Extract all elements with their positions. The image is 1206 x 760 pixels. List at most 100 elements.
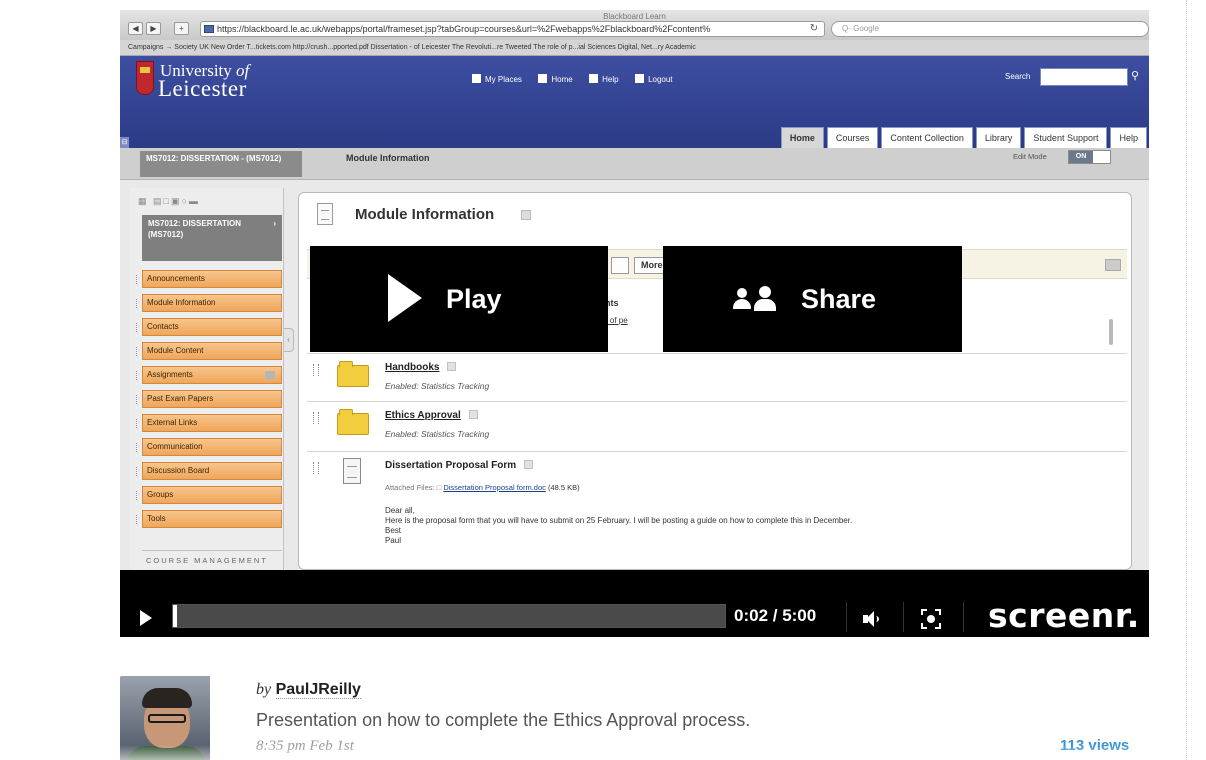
tab-help: Help bbox=[1110, 127, 1147, 148]
play-overlay-button[interactable]: Play bbox=[310, 246, 608, 352]
menu-item-module-information: Module Information bbox=[136, 294, 282, 312]
tab-student-support: Student Support bbox=[1024, 127, 1108, 148]
volume-icon[interactable] bbox=[863, 611, 883, 627]
content-item-handbooks: Handbooks Enabled: Statistics Tracking bbox=[307, 353, 1127, 401]
right-divider bbox=[1186, 0, 1187, 760]
help-link: Help bbox=[589, 74, 619, 86]
video-description: Presentation on how to complete the Ethi… bbox=[256, 710, 751, 730]
description-line: Best bbox=[385, 526, 402, 535]
browser-search-field: Q- Google bbox=[831, 21, 1149, 37]
item-title: Dissertation Proposal Form bbox=[385, 460, 534, 471]
drag-handle-icon bbox=[313, 364, 319, 376]
my-places-label: My Places bbox=[485, 75, 522, 84]
content-item-proposal-form: Dissertation Proposal Form Attached File… bbox=[307, 451, 1127, 569]
browser-toolbar: Blackboard Learn ◀ ▶ + https://blackboar… bbox=[120, 10, 1149, 40]
tab-home: Home bbox=[780, 127, 824, 148]
assignments-badge-icon bbox=[265, 371, 275, 379]
play-label: Play bbox=[446, 284, 502, 314]
edit-mode-toggle: ON bbox=[1068, 150, 1111, 164]
play-pause-button[interactable] bbox=[140, 610, 152, 626]
share-people-icon bbox=[731, 286, 781, 312]
course-breadcrumb: MS7012: DISSERTATION - (MS7012) bbox=[140, 151, 302, 177]
home-icon bbox=[538, 74, 548, 83]
browser-window-title: Blackboard Learn bbox=[603, 12, 666, 21]
my-places-link: My Places bbox=[472, 74, 522, 86]
drag-handle-icon bbox=[313, 462, 319, 474]
item-options-icon bbox=[447, 362, 457, 371]
control-divider bbox=[846, 602, 847, 632]
menu-item-external-links: External Links bbox=[136, 414, 282, 432]
menu-item-discussion-board: Discussion Board bbox=[136, 462, 282, 480]
item-title-text: Handbooks bbox=[385, 362, 440, 373]
my-places-icon bbox=[472, 74, 481, 83]
portal-top-links: My Places Home Help Logout bbox=[472, 69, 685, 86]
portal-search-label: Search bbox=[1005, 72, 1031, 81]
menu-item-assignments-label: Assignments bbox=[147, 370, 193, 379]
author-avatar[interactable] bbox=[120, 676, 210, 760]
portal-search-input bbox=[1040, 68, 1128, 86]
menu-item-assignments: Assignments bbox=[136, 366, 282, 384]
logout-icon bbox=[635, 74, 645, 83]
author-byline: by PaulJReilly bbox=[256, 680, 361, 700]
tab-library: Library bbox=[975, 127, 1022, 148]
attached-files: Attached Files: □ Dissertation Proposal … bbox=[385, 483, 580, 492]
course-management-label: COURSE MANAGEMENT bbox=[142, 550, 282, 570]
course-menu-list: Announcements Module Information Contact… bbox=[136, 270, 282, 534]
edit-mode-value: ON bbox=[1069, 151, 1093, 163]
item-options-icon bbox=[524, 460, 534, 469]
seek-bar[interactable] bbox=[172, 604, 726, 628]
author-link[interactable]: PaulJReilly bbox=[275, 681, 361, 699]
add-bookmark-icon: + bbox=[174, 22, 189, 35]
display-options-icon bbox=[1105, 259, 1121, 271]
video-frame: Blackboard Learn ◀ ▶ + https://blackboar… bbox=[120, 10, 1149, 570]
collapse-menu-icon: ‹ bbox=[284, 328, 294, 352]
item-tracking-status: Enabled: Statistics Tracking bbox=[385, 381, 490, 391]
item-description: Dear all, Here is the proposal form that… bbox=[385, 506, 852, 546]
screenr-logo[interactable]: screenr. bbox=[988, 597, 1140, 635]
share-overlay-button[interactable]: Share bbox=[663, 246, 962, 352]
breadcrumb-page-title: Module Information bbox=[346, 153, 430, 163]
item-title: Handbooks bbox=[385, 362, 457, 373]
folder-icon bbox=[337, 361, 369, 387]
menu-item-announcements: Announcements bbox=[136, 270, 282, 288]
attached-file-size: (48.5 KB) bbox=[547, 483, 580, 492]
action-button bbox=[611, 257, 629, 274]
university-crest-icon bbox=[136, 61, 154, 95]
course-menu-title: MS7012: DISSERTATION (MS7012) › bbox=[142, 215, 282, 261]
content-item-ethics-approval: Ethics Approval Enabled: Statistics Trac… bbox=[307, 401, 1127, 451]
menu-item-module-content: Module Content bbox=[136, 342, 282, 360]
blackboard-header: University of Leicester My Places Home H… bbox=[120, 56, 1149, 148]
attached-file-link: Dissertation Proposal form.doc bbox=[443, 483, 546, 492]
share-label: Share bbox=[801, 284, 877, 314]
item-title-text: Ethics Approval bbox=[385, 410, 461, 421]
menu-item-groups: Groups bbox=[136, 486, 282, 504]
site-favicon-icon bbox=[204, 25, 214, 33]
menu-item-communication: Communication bbox=[136, 438, 282, 456]
menu-item-past-exam-papers: Past Exam Papers bbox=[136, 390, 282, 408]
screenr-video-page: Blackboard Learn ◀ ▶ + https://blackboar… bbox=[0, 0, 1206, 760]
menu-item-tools: Tools bbox=[136, 510, 282, 528]
home-link: Home bbox=[538, 74, 573, 86]
reload-icon: ↻ bbox=[809, 23, 819, 34]
menu-tools-icons: ▦ ▤□▣○▬ bbox=[138, 196, 200, 206]
control-divider bbox=[903, 602, 904, 632]
document-icon bbox=[343, 458, 361, 484]
back-icon: ◀ bbox=[128, 22, 143, 35]
item-title-text: Dissertation Proposal Form bbox=[385, 460, 517, 471]
help-label: Help bbox=[602, 75, 619, 84]
item-options-icon bbox=[468, 410, 478, 419]
page-document-icon bbox=[317, 203, 333, 225]
drag-handle-icon bbox=[313, 412, 319, 424]
menu-item-contacts: Contacts bbox=[136, 318, 282, 336]
content-page-title: Module Information bbox=[355, 206, 495, 223]
course-menu-panel: ▦ ▤□▣○▬ MS7012: DISSERTATION (MS7012) › … bbox=[130, 188, 284, 570]
item-title: Ethics Approval bbox=[385, 410, 478, 421]
player-controls: 0:02 / 5:00 screenr. bbox=[120, 570, 1149, 637]
fullscreen-icon[interactable] bbox=[921, 609, 941, 629]
collapse-header-icon: ⊟ bbox=[120, 137, 129, 148]
seek-progress bbox=[173, 605, 177, 627]
help-icon bbox=[589, 74, 599, 83]
item-tracking-status: Enabled: Statistics Tracking bbox=[385, 429, 490, 439]
logout-label: Logout bbox=[648, 75, 673, 84]
video-player[interactable]: Blackboard Learn ◀ ▶ + https://blackboar… bbox=[120, 10, 1149, 637]
